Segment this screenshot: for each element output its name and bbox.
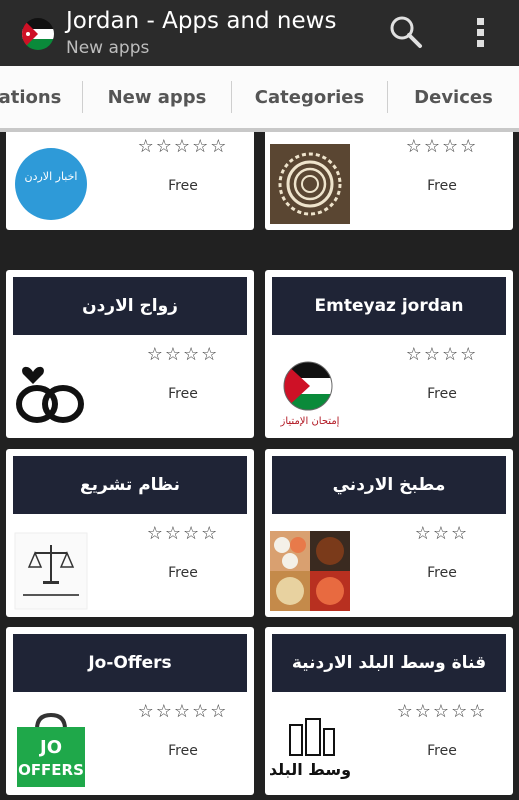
overflow-menu-icon[interactable] [468,14,492,50]
app-card[interactable]: اخبار الاردن ☆☆☆☆☆ Free [6,132,254,230]
rating-stars: ☆☆☆☆ [146,523,220,544]
rating-stars: ☆☆☆☆☆ [137,701,229,722]
shopping-bag-icon: JO OFFERS [11,709,91,789]
app-card[interactable]: نظام تشريع ☆☆☆☆ Free [6,449,254,617]
app-price: Free [427,565,457,581]
rating-stars: ☆☆☆☆ [146,344,220,365]
app-card[interactable]: مطبخ الاردني ☆☆☆ Free [265,449,513,617]
app-name-banner: Jo-Offers [13,634,247,692]
jo-offers-logo-text: JO [38,737,62,758]
app-card[interactable]: Jo-Offers JO OFFERS ☆☆☆☆☆ Free [6,627,254,795]
tab-devices[interactable]: Devices [388,66,519,128]
app-subtitle: New apps [66,38,150,58]
search-icon[interactable] [388,14,424,50]
app-card[interactable]: ☆☆☆☆ Free [265,132,513,230]
rating-stars: ☆☆☆☆☆ [396,701,488,722]
app-price: Free [168,743,198,759]
app-name-banner: نظام تشريع [13,456,247,514]
app-price: Free [427,743,457,759]
app-name-banner: قناة وسط البلد الاردنية [272,634,506,692]
app-name-banner: Emteyaz jordan [272,277,506,335]
rating-stars: ☆☆☆☆ [405,136,479,157]
wedding-rings-icon [11,352,91,432]
rating-stars: ☆☆☆☆☆ [137,136,229,157]
scales-logo-icon [11,531,91,611]
jordan-flag-icon[interactable] [22,18,54,50]
app-card[interactable]: قناة وسط البلد الاردنية وسط البلد ☆☆☆☆☆ … [265,627,513,795]
akhbar-alordon-logo-icon: اخبار الاردن [11,144,91,224]
jordan-flag-circle-icon: إمتحان الإمتياز [270,352,350,432]
wasat-albalad-logo-icon: وسط البلد [269,709,351,789]
rating-stars: ☆☆☆☆ [405,344,479,365]
app-price: Free [168,565,198,581]
wasat-logo-text: وسط البلد [270,760,350,779]
akhbar-logo-text: اخبار الاردن [25,170,78,183]
app-grid[interactable]: اخبار الاردن ☆☆☆☆☆ Free ☆☆☆☆ Free زواج ا… [0,132,519,800]
sun-pattern-icon [270,144,350,224]
app-price: Free [168,178,198,194]
app-card[interactable]: Emteyaz jordan إمتحان الإمتياز ☆☆☆☆ Free [265,270,513,438]
rating-stars: ☆☆☆ [414,523,470,544]
app-name-banner: مطبخ الاردني [272,456,506,514]
food-photos-icon [270,531,350,611]
app-card[interactable]: زواج الاردن ☆☆☆☆ Free [6,270,254,438]
app-title: Jordan - Apps and news [66,8,337,34]
action-bar: Jordan - Apps and news New apps [0,0,519,66]
app-name-banner: زواج الاردن [13,277,247,335]
app-price: Free [168,386,198,402]
jo-offers-logo-text: OFFERS [18,761,84,779]
tab-categories[interactable]: Categories [232,66,387,128]
app-price: Free [427,386,457,402]
tab-bar: ations New apps Categories Devices [0,66,519,132]
tab-recommendations[interactable]: ations [0,66,80,128]
emteyaz-logo-text: إمتحان الإمتياز [280,416,340,427]
app-price: Free [427,178,457,194]
tab-new-apps[interactable]: New apps [83,66,231,128]
